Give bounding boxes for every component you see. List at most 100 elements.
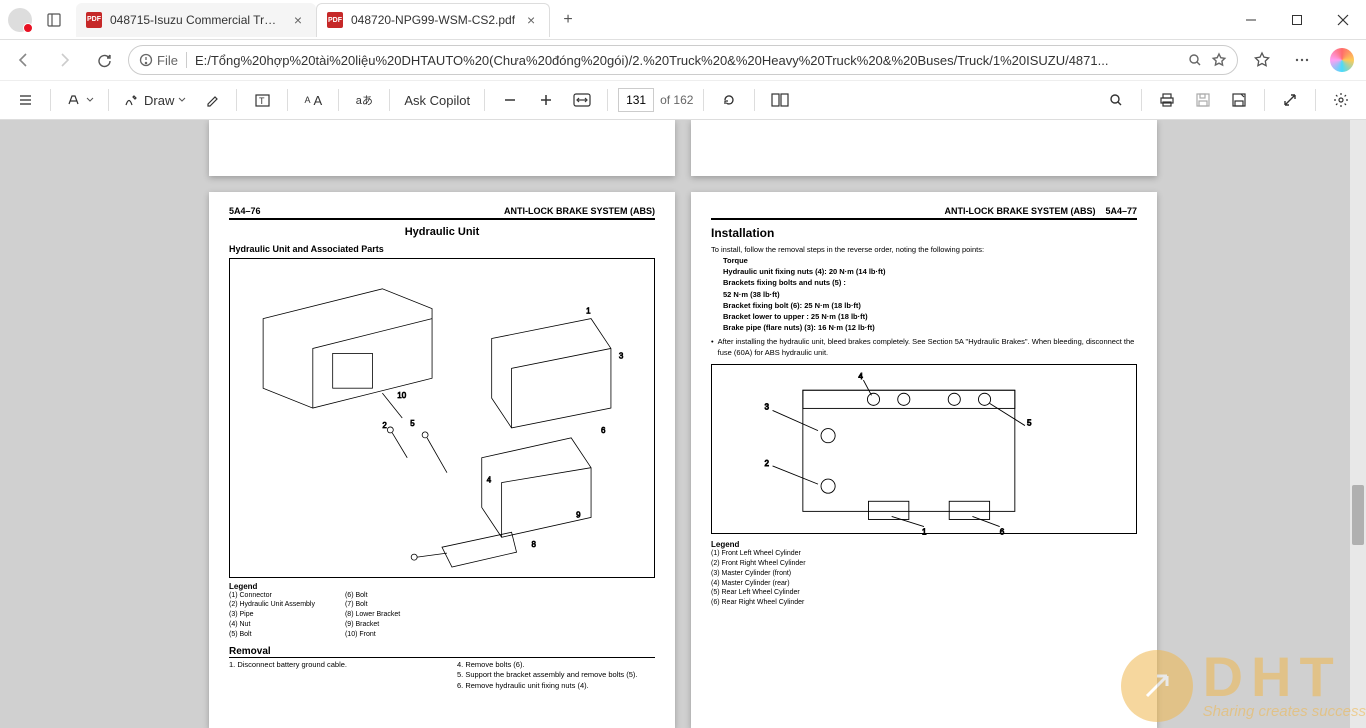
svg-text:2: 2 (764, 459, 769, 468)
new-tab-button[interactable]: + (554, 6, 582, 34)
separator (50, 89, 51, 111)
legend: Legend (1) Front Left Wheel Cylinder (2)… (711, 540, 1137, 608)
install-heading: Installation (711, 226, 1137, 240)
draw-label: Draw (144, 93, 174, 108)
copilot-button[interactable] (1326, 44, 1358, 76)
separator (287, 89, 288, 111)
page-total: of 162 (660, 93, 693, 107)
url-text: E:/Tổng%20hợp%20tài%20liệu%20DHTAUTO%20(… (195, 53, 1179, 68)
svg-text:3: 3 (764, 403, 769, 412)
text-button[interactable]: T (247, 85, 277, 115)
svg-text:1: 1 (922, 528, 927, 537)
tab-actions-icon[interactable] (40, 6, 68, 34)
page-title: Hydraulic Unit (229, 226, 655, 238)
svg-text:2: 2 (382, 421, 387, 430)
section-title: ANTI-LOCK BRAKE SYSTEM (ABS) (504, 206, 655, 216)
contents-button[interactable] (10, 85, 40, 115)
zoom-out-button[interactable] (495, 85, 525, 115)
tab-inactive[interactable]: PDF 048715-Isuzu Commercial Truck F × (76, 3, 316, 37)
rotate-button[interactable] (714, 85, 744, 115)
titlebar: PDF 048715-Isuzu Commercial Truck F × PD… (0, 0, 1366, 40)
svg-text:3: 3 (619, 351, 624, 360)
fullscreen-button[interactable] (1275, 85, 1305, 115)
svg-text:5: 5 (1027, 419, 1032, 428)
section-no: 5A4–76 (229, 206, 261, 216)
pdf-icon: PDF (327, 12, 343, 28)
separator (108, 89, 109, 111)
close-icon[interactable]: × (290, 12, 306, 28)
svg-text:1: 1 (586, 306, 591, 315)
tab-active[interactable]: PDF 048720-NPG99-WSM-CS2.pdf × (316, 3, 550, 37)
separator (186, 52, 187, 68)
legend-col-left: (1) Connector (2) Hydraulic Unit Assembl… (229, 591, 315, 640)
port-diagram: 3 2 4 1 6 5 (711, 364, 1137, 534)
translate-button[interactable]: aあ (349, 85, 379, 115)
removal-heading: Removal (229, 646, 655, 658)
separator (1141, 89, 1142, 111)
find-button[interactable] (1101, 85, 1131, 115)
menu-button[interactable] (1286, 44, 1318, 76)
svg-text:4: 4 (858, 372, 863, 381)
pdf-page-left: 5A4–76 ANTI-LOCK BRAKE SYSTEM (ABS) Hydra… (209, 192, 675, 728)
erase-button[interactable] (196, 85, 226, 115)
svg-text:8: 8 (531, 540, 536, 549)
pdf-page-prev-left (209, 120, 675, 176)
separator (754, 89, 755, 111)
settings-button[interactable] (1326, 85, 1356, 115)
profile-avatar[interactable] (8, 8, 32, 32)
separator (236, 89, 237, 111)
page-view-button[interactable] (765, 85, 795, 115)
close-icon[interactable]: × (523, 12, 539, 28)
search-in-page-icon[interactable] (1187, 52, 1203, 68)
svg-text:6: 6 (601, 426, 606, 435)
svg-text:6: 6 (1000, 528, 1005, 537)
separator (703, 89, 704, 111)
copilot-icon (1330, 48, 1354, 72)
favorites-button[interactable] (1246, 44, 1278, 76)
svg-text:9: 9 (576, 510, 581, 519)
back-button[interactable] (8, 44, 40, 76)
pdf-icon: PDF (86, 12, 102, 28)
svg-text:4: 4 (487, 475, 492, 484)
favorite-icon[interactable] (1211, 52, 1227, 68)
separator (1264, 89, 1265, 111)
draw-button[interactable]: Draw (119, 85, 190, 115)
scroll-thumb[interactable] (1352, 485, 1364, 545)
text-size-button[interactable]: AA (298, 85, 328, 115)
zoom-in-button[interactable] (531, 85, 561, 115)
scheme-label: File (157, 53, 178, 68)
pdf-page-prev-right (691, 120, 1157, 176)
separator (484, 89, 485, 111)
close-button[interactable] (1320, 0, 1366, 40)
svg-text:10: 10 (397, 391, 406, 400)
save-button[interactable] (1188, 85, 1218, 115)
scrollbar[interactable] (1350, 120, 1366, 728)
scheme-chip: File (139, 53, 178, 68)
svg-text:5: 5 (410, 419, 415, 428)
separator (338, 89, 339, 111)
highlight-button[interactable] (61, 85, 98, 115)
fit-button[interactable] (567, 85, 597, 115)
ask-copilot-button[interactable]: Ask Copilot (400, 85, 474, 115)
install-text: To install, follow the removal steps in … (711, 244, 1137, 359)
tab-title: 048715-Isuzu Commercial Truck F (110, 13, 282, 27)
save-as-button[interactable] (1224, 85, 1254, 115)
url-box[interactable]: File E:/Tổng%20hợp%20tài%20liệu%20DHTAUT… (128, 45, 1238, 75)
print-button[interactable] (1152, 85, 1182, 115)
separator (389, 89, 390, 111)
tab-strip: PDF 048715-Isuzu Commercial Truck F × PD… (76, 3, 1228, 37)
page-subtitle: Hydraulic Unit and Associated Parts (229, 244, 655, 254)
pdf-toolbar: Draw T AA aあ Ask Copilot of 162 (0, 80, 1366, 120)
forward-button[interactable] (48, 44, 80, 76)
page-input[interactable] (618, 88, 654, 112)
minimize-button[interactable] (1228, 0, 1274, 40)
separator (1315, 89, 1316, 111)
window-controls (1228, 0, 1366, 40)
pdf-viewer[interactable]: 5A4–76 ANTI-LOCK BRAKE SYSTEM (ABS) Hydra… (0, 120, 1366, 728)
refresh-button[interactable] (88, 44, 120, 76)
maximize-button[interactable] (1274, 0, 1320, 40)
legend-col-right: (6) Bolt (7) Bolt (8) Lower Bracket (9) … (345, 591, 400, 640)
profile-group (0, 8, 40, 32)
pdf-page-right: ANTI-LOCK BRAKE SYSTEM (ABS) 5A4–77 Inst… (691, 192, 1157, 728)
legend: Legend (1) Connector (2) Hydraulic Unit … (229, 582, 655, 640)
